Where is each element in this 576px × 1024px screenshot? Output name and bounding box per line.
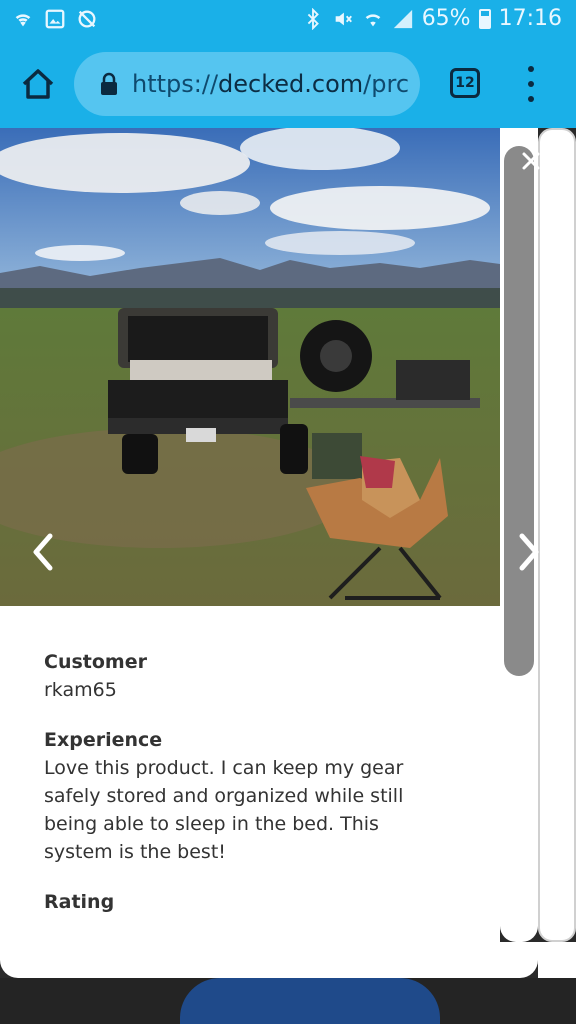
- review-photo: [0, 128, 500, 606]
- battery-percent: 65%: [421, 6, 471, 31]
- url-text: https://decked.com/prc: [132, 70, 409, 98]
- more-menu-icon[interactable]: [524, 66, 538, 102]
- browser-toolbar: https://decked.com/prc 12: [0, 40, 576, 128]
- truck-camping-photo: [0, 128, 500, 606]
- rating-label: Rating: [44, 891, 115, 913]
- horizontal-scroll-track: [0, 942, 538, 978]
- experience-value: Love this product. I can keep my gear sa…: [44, 757, 404, 863]
- home-icon[interactable]: [18, 64, 58, 104]
- previous-image-arrow-icon[interactable]: [28, 532, 60, 572]
- status-left-icons: [12, 8, 98, 30]
- lock-icon: [101, 72, 117, 95]
- url-host: decked.com: [218, 70, 364, 98]
- customer-label: Customer: [44, 651, 147, 673]
- wifi-icon: [15, 14, 31, 27]
- review-details: Customer rkam65 Experience Love this pro…: [44, 648, 404, 916]
- experience-label: Experience: [44, 729, 163, 751]
- review-modal: Customer rkam65 Experience Love this pro…: [0, 128, 500, 942]
- next-image-arrow-icon[interactable]: [514, 532, 544, 572]
- modal-scrollbar-thumb[interactable]: [504, 146, 534, 676]
- tab-count: 12: [455, 75, 475, 91]
- clock: 17:16: [498, 6, 562, 31]
- url-scheme: https://: [132, 70, 219, 98]
- cell-signal-icon: [393, 9, 412, 28]
- bluetooth-icon: [307, 7, 319, 30]
- url-path: /prc: [363, 70, 410, 98]
- close-icon[interactable]: [520, 150, 542, 172]
- customer-value: rkam65: [44, 679, 117, 701]
- gallery-icon: [45, 9, 65, 29]
- status-bar: 65% 17:16: [0, 0, 576, 40]
- battery-icon: [478, 8, 491, 29]
- notification-muted-icon: [78, 10, 96, 28]
- mute-icon: [335, 12, 352, 25]
- scroll-corner: [538, 942, 576, 978]
- page-background: [0, 978, 576, 1024]
- address-bar[interactable]: https://decked.com/prc: [74, 52, 420, 116]
- tab-switcher-button[interactable]: 12: [450, 68, 480, 98]
- status-right-icons: 65% 17:16: [302, 6, 562, 31]
- product-image-partial: [180, 978, 440, 1024]
- wifi-signal-icon: [365, 13, 381, 26]
